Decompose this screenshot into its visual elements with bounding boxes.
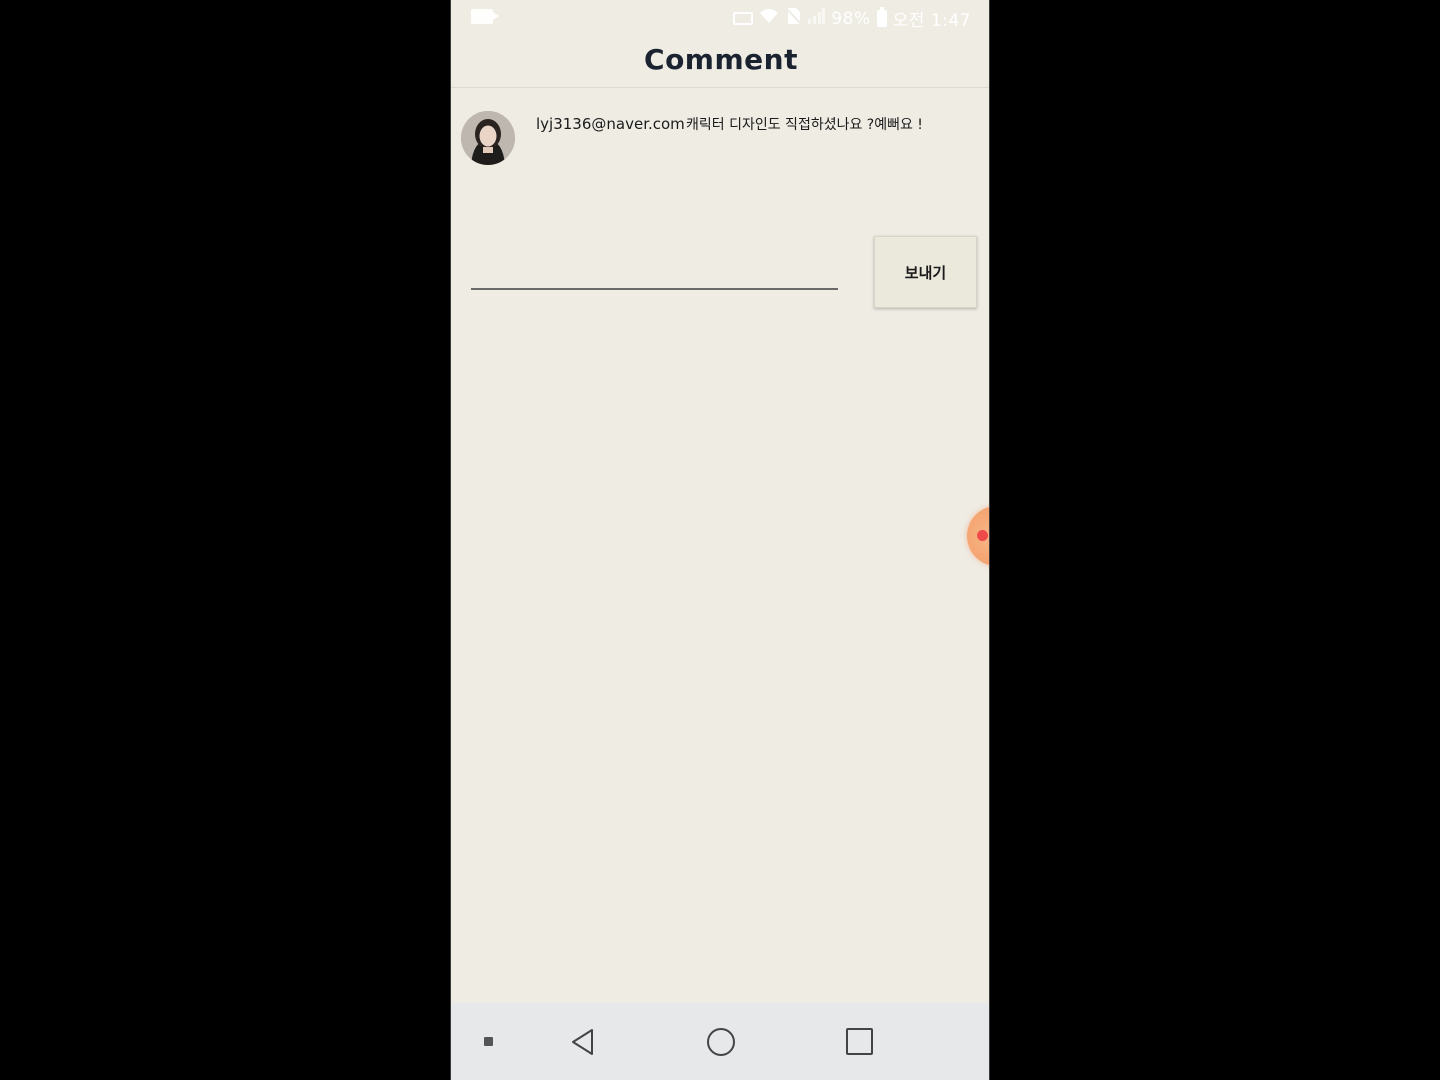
status-indicators: 98% 오전 1:47 — [733, 6, 971, 31]
wifi-icon — [759, 8, 779, 29]
status-bar: 98% 오전 1:47 — [451, 0, 989, 34]
comment-item: lyj3136@naver.com 캐릭터 디자인도 직접하셨나요 ?예뻐요 ! — [461, 110, 981, 170]
recents-icon[interactable] — [837, 1003, 881, 1080]
navigation-bar — [451, 1003, 989, 1080]
battery-percent: 98% — [831, 8, 871, 29]
comment-author-email: lyj3136@naver.com — [536, 115, 685, 133]
no-sim-icon — [785, 7, 803, 30]
home-icon[interactable] — [699, 1003, 743, 1080]
battery-icon — [876, 7, 887, 27]
user-avatar[interactable] — [461, 111, 515, 165]
phone-screen: 98% 오전 1:47 Comment lyj3136@naver.com 캐릭… — [450, 0, 990, 1080]
signal-icon — [807, 8, 826, 29]
avatar-image — [461, 111, 515, 165]
menu-dot-icon[interactable] — [477, 1003, 499, 1080]
status-time: 오전 1:47 — [892, 11, 971, 31]
notification-dot — [977, 530, 988, 541]
video-record-icon — [471, 9, 499, 24]
send-button[interactable]: 보내기 — [874, 236, 977, 308]
back-icon[interactable] — [561, 1003, 605, 1080]
title-bar: Comment — [451, 34, 989, 88]
nfc-icon — [733, 12, 754, 25]
floating-chat-bubble[interactable] — [967, 506, 989, 566]
comment-text: 캐릭터 디자인도 직접하셨나요 ?예뻐요 ! — [686, 117, 923, 133]
page-title: Comment — [644, 43, 798, 76]
comment-input[interactable] — [471, 250, 838, 290]
